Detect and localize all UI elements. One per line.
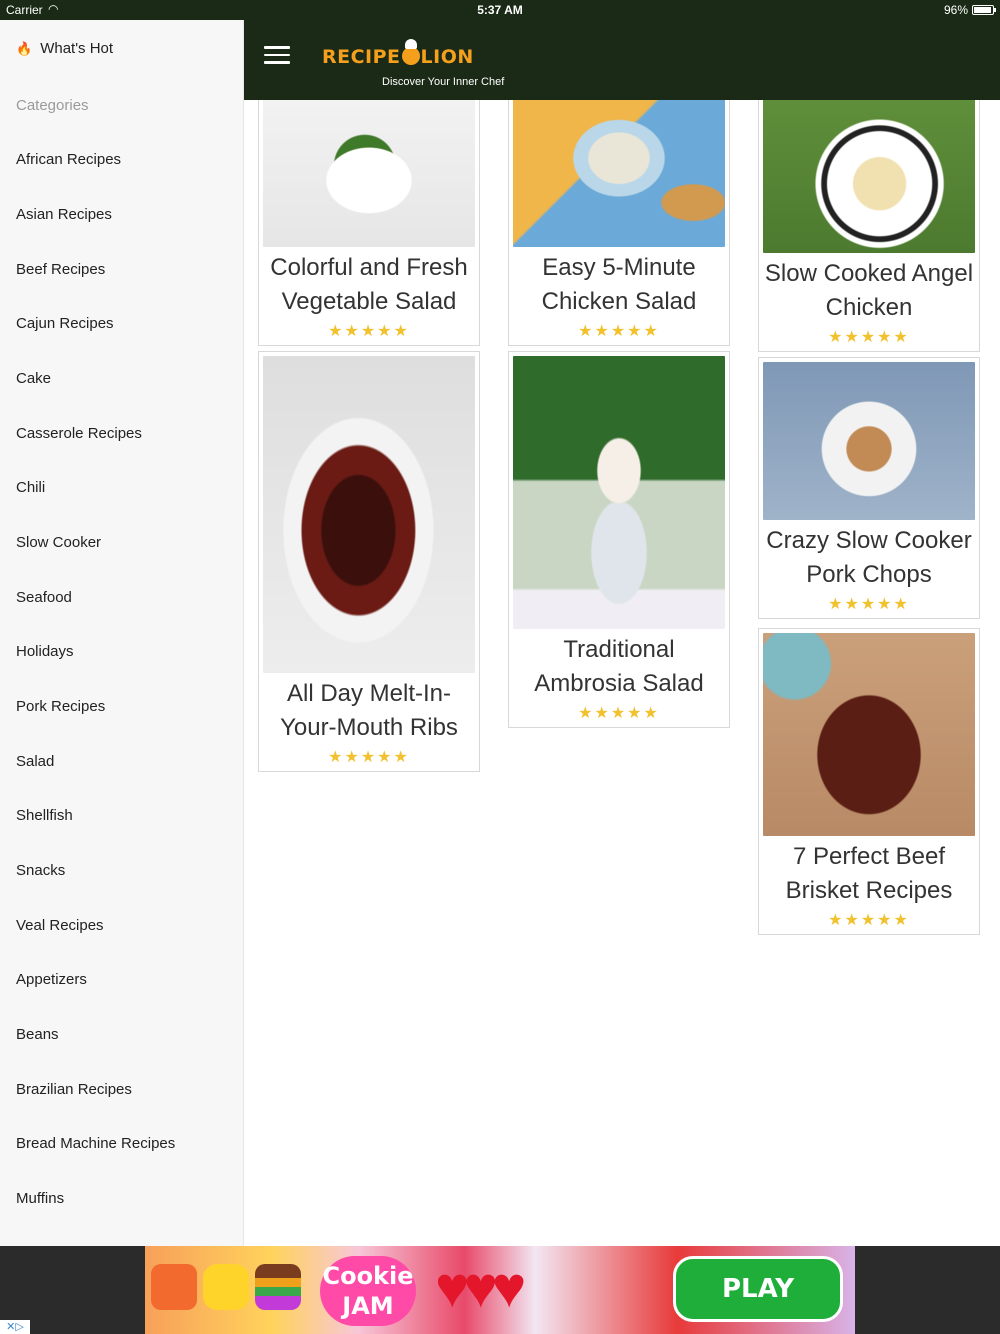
- status-bar: Carrier ◠ 5:37 AM 96%: [0, 0, 1000, 20]
- rating-stars: ★★★★★: [828, 596, 910, 613]
- sidebar-item-seafood[interactable]: Seafood: [16, 589, 72, 606]
- battery-percent: 96%: [943, 3, 968, 17]
- battery-icon: [972, 5, 996, 15]
- app-header: RECIPE LION Discover Your Inner Chef: [244, 20, 1000, 100]
- rating-stars: ★★★★★: [578, 323, 660, 340]
- recipe-title: Easy 5-Minute Chicken Salad: [541, 254, 697, 315]
- sidebar-item-whats-hot[interactable]: 🔥 What's Hot: [16, 40, 113, 57]
- ad-logo-line1: Cookie: [322, 1262, 414, 1290]
- recipe-card-chicken-salad[interactable]: Easy 5-Minute Chicken Salad ★★★★★: [508, 100, 730, 346]
- sidebar-item-slow-cooker[interactable]: Slow Cooker: [16, 534, 101, 551]
- ad-choices-icon[interactable]: ✕▷: [0, 1320, 30, 1334]
- hearts-icon: ♥♥♥: [435, 1255, 526, 1320]
- sidebar-item-beans[interactable]: Beans: [16, 1026, 59, 1043]
- recipe-image: [513, 356, 725, 629]
- play-free-button[interactable]: PLAY FREE!: [673, 1256, 843, 1322]
- logo-tagline: Discover Your Inner Chef: [382, 76, 505, 88]
- cookie-jam-logo: Cookie JAM: [320, 1256, 416, 1326]
- sidebar-item-asian-recipes[interactable]: Asian Recipes: [16, 206, 112, 223]
- recipe-card-ribs[interactable]: All Day Melt-In-Your-Mouth Ribs ★★★★★: [258, 351, 480, 772]
- menu-icon[interactable]: [264, 46, 290, 66]
- recipe-card-pork-chops[interactable]: Crazy Slow Cooker Pork Chops ★★★★★: [758, 357, 980, 619]
- chef-lion-icon: [401, 39, 420, 65]
- rating-stars: ★★★★★: [328, 749, 410, 766]
- rating-stars: ★★★★★: [578, 705, 660, 722]
- recipe-card-ambrosia-salad[interactable]: Traditional Ambrosia Salad ★★★★★: [508, 351, 730, 728]
- logo-text-right: LION: [420, 46, 474, 68]
- recipe-title: 7 Perfect Beef Brisket Recipes: [785, 843, 953, 904]
- rating-stars: ★★★★★: [828, 329, 910, 346]
- recipe-grid: Colorful and Fresh Vegetable Salad ★★★★★…: [244, 100, 1000, 1246]
- recipe-card-angel-chicken[interactable]: Slow Cooked Angel Chicken ★★★★★: [758, 100, 980, 352]
- recipe-image: [263, 356, 475, 673]
- ad-bar: Cookie JAM ♥♥♥ PLAY FREE! ✕▷: [0, 1246, 1000, 1334]
- recipe-title: All Day Melt-In-Your-Mouth Ribs: [280, 680, 458, 741]
- clock: 5:37 AM: [477, 3, 523, 17]
- ad-logo-line2: JAM: [342, 1292, 394, 1320]
- rating-stars: ★★★★★: [328, 323, 410, 340]
- logo-text-left: RECIPE: [322, 46, 401, 68]
- recipe-image: [263, 100, 475, 247]
- rating-stars: ★★★★★: [828, 912, 910, 929]
- recipe-image: [513, 100, 725, 247]
- cookie-jam-ad-banner[interactable]: Cookie JAM ♥♥♥ PLAY FREE!: [145, 1246, 855, 1334]
- whats-hot-label: What's Hot: [40, 40, 114, 57]
- recipe-image: [763, 100, 975, 253]
- sidebar-item-snacks[interactable]: Snacks: [16, 862, 65, 879]
- recipe-lion-logo: RECIPE LION Discover Your Inner Chef: [322, 39, 504, 88]
- cake-icon: [255, 1264, 301, 1310]
- recipe-title: Traditional Ambrosia Salad: [534, 636, 704, 697]
- recipe-card-vegetable-salad[interactable]: Colorful and Fresh Vegetable Salad ★★★★★: [258, 100, 480, 346]
- recipe-title: Colorful and Fresh Vegetable Salad: [270, 254, 468, 315]
- candy-icon: [203, 1264, 249, 1310]
- sidebar: 🔥 What's Hot Categories African Recipes A…: [0, 20, 244, 1246]
- sidebar-item-cajun-recipes[interactable]: Cajun Recipes: [16, 315, 114, 332]
- sidebar-item-cake[interactable]: Cake: [16, 370, 51, 387]
- recipe-card-beef-brisket[interactable]: 7 Perfect Beef Brisket Recipes ★★★★★: [758, 628, 980, 935]
- recipe-image: [763, 362, 975, 520]
- sidebar-item-chili[interactable]: Chili: [16, 479, 45, 496]
- sidebar-item-veal-recipes[interactable]: Veal Recipes: [16, 917, 104, 934]
- recipe-title: Crazy Slow Cooker Pork Chops: [766, 527, 972, 588]
- categories-heading: Categories: [16, 97, 89, 114]
- sidebar-item-bread-machine-recipes[interactable]: Bread Machine Recipes: [16, 1135, 175, 1152]
- sidebar-item-casserole-recipes[interactable]: Casserole Recipes: [16, 425, 142, 442]
- sidebar-item-pork-recipes[interactable]: Pork Recipes: [16, 698, 105, 715]
- recipe-title: Slow Cooked Angel Chicken: [764, 260, 974, 321]
- flame-icon: 🔥: [16, 41, 33, 56]
- sidebar-item-shellfish[interactable]: Shellfish: [16, 807, 73, 824]
- recipe-image: [763, 633, 975, 836]
- sidebar-item-brazilian-recipes[interactable]: Brazilian Recipes: [16, 1081, 132, 1098]
- sidebar-item-holidays[interactable]: Holidays: [16, 643, 74, 660]
- sidebar-item-beef-recipes[interactable]: Beef Recipes: [16, 261, 105, 278]
- sidebar-item-salad[interactable]: Salad: [16, 753, 54, 770]
- sidebar-item-muffins[interactable]: Muffins: [16, 1190, 64, 1207]
- sidebar-item-appetizers[interactable]: Appetizers: [16, 971, 87, 988]
- sidebar-item-african-recipes[interactable]: African Recipes: [16, 151, 121, 168]
- candy-icon: [151, 1264, 197, 1310]
